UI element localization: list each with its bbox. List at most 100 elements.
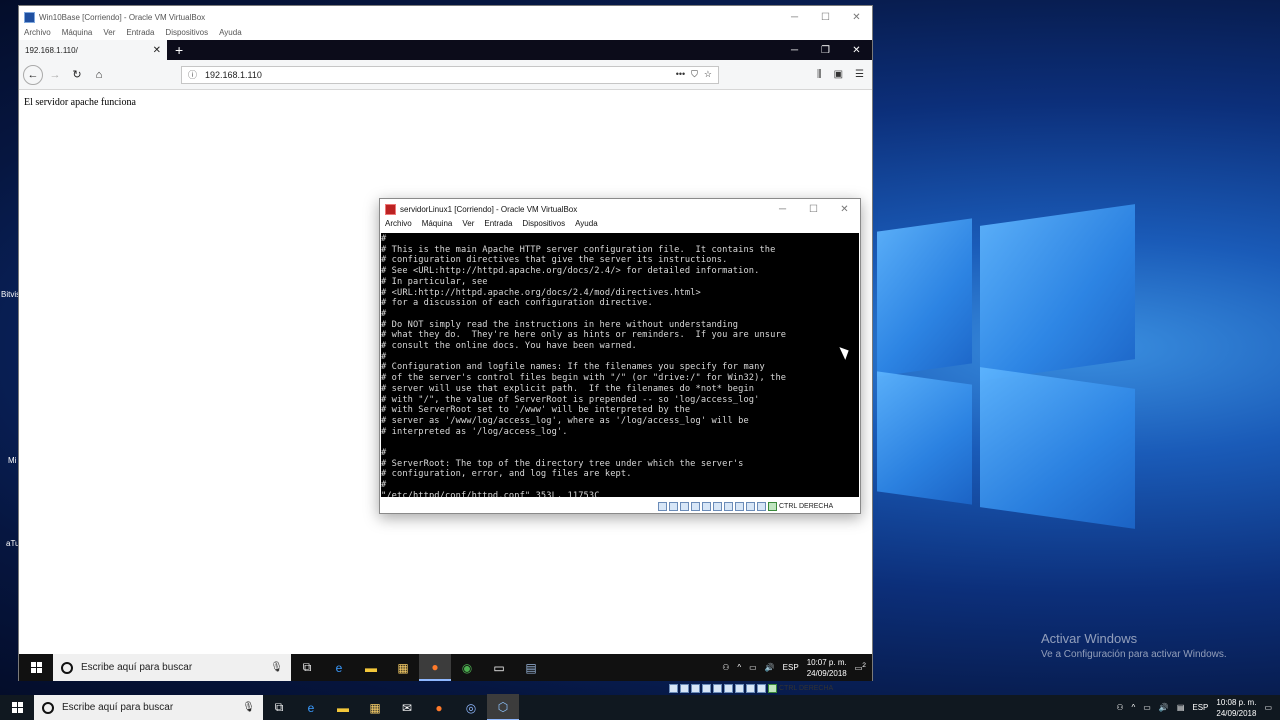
chrome-icon[interactable]: ◉ bbox=[451, 654, 483, 681]
library-icon[interactable]: ⫼ bbox=[817, 69, 822, 80]
language-indicator[interactable]: ESP bbox=[783, 663, 799, 672]
pocket-icon[interactable]: ⛉ bbox=[691, 69, 698, 80]
status-usb-icon[interactable] bbox=[713, 683, 722, 693]
firefox-icon[interactable]: ● bbox=[423, 694, 455, 720]
back-arrow-icon[interactable]: ← bbox=[23, 64, 43, 85]
status-cd-icon[interactable] bbox=[669, 501, 678, 511]
status-capture-icon[interactable] bbox=[735, 501, 744, 511]
guest-search-box[interactable]: Escribe aquí para buscar 🎙 bbox=[53, 654, 291, 681]
start-button[interactable] bbox=[19, 654, 53, 681]
notifications-icon[interactable]: ▭ bbox=[1264, 703, 1272, 712]
status-audio-icon[interactable] bbox=[680, 501, 689, 511]
task-view-icon[interactable]: ⧉ bbox=[291, 654, 323, 681]
file-explorer-icon[interactable]: ▬ bbox=[327, 694, 359, 720]
status-hdd-icon[interactable] bbox=[658, 501, 667, 511]
host-search-box[interactable]: Escribe aquí para buscar 🎙 bbox=[34, 695, 263, 720]
sidebar-icon[interactable]: ▣ bbox=[834, 69, 843, 80]
media-icon[interactable]: ◎ bbox=[455, 694, 487, 720]
info-icon[interactable]: ⓘ bbox=[188, 68, 197, 81]
status-keyboard-icon[interactable] bbox=[768, 501, 777, 511]
people-icon[interactable]: ⚇ bbox=[1116, 703, 1123, 712]
volume-icon[interactable]: 🔊 bbox=[1159, 703, 1169, 712]
status-usb-icon[interactable] bbox=[702, 501, 711, 511]
vm2-minimize-button[interactable]: ─ bbox=[767, 204, 798, 215]
browser-tab[interactable]: 192.168.1.110/ ✕ bbox=[19, 40, 167, 60]
firefox-icon[interactable]: ● bbox=[419, 654, 451, 681]
menu-dispositivos[interactable]: Dispositivos bbox=[165, 28, 208, 40]
new-tab-icon[interactable]: + bbox=[175, 42, 183, 58]
network-icon[interactable]: ▭ bbox=[1143, 703, 1151, 712]
minimize-button[interactable]: ─ bbox=[779, 12, 810, 23]
menu-dispositivos[interactable]: Dispositivos bbox=[522, 219, 565, 232]
status-audio-icon[interactable] bbox=[691, 683, 700, 693]
menu-maquina[interactable]: Máquina bbox=[422, 219, 453, 232]
edge-icon[interactable]: e bbox=[323, 654, 355, 681]
firefox-close-button[interactable]: ✕ bbox=[841, 45, 872, 56]
file-explorer-icon[interactable]: ▬ bbox=[355, 654, 387, 681]
desktop-icon-label[interactable]: Mi bbox=[8, 456, 16, 465]
status-network-icon[interactable] bbox=[702, 683, 711, 693]
people-icon[interactable]: ⚇ bbox=[722, 663, 729, 672]
language-indicator[interactable]: ESP bbox=[1192, 703, 1208, 712]
menu-archivo[interactable]: Archivo bbox=[24, 28, 51, 40]
network-icon[interactable]: ▭ bbox=[749, 663, 757, 672]
volume-icon[interactable]: 🔊 bbox=[765, 663, 775, 672]
linux-terminal-screen[interactable]: # # This is the main Apache HTTP server … bbox=[381, 233, 859, 497]
status-cpu-icon[interactable] bbox=[746, 501, 755, 511]
bookmark-star-icon[interactable]: ☆ bbox=[704, 69, 712, 80]
status-shared-folder-icon[interactable] bbox=[713, 501, 722, 511]
menu-ver[interactable]: Ver bbox=[103, 28, 115, 40]
menu-entrada[interactable]: Entrada bbox=[484, 219, 512, 232]
mail-icon[interactable]: ✉ bbox=[391, 694, 423, 720]
status-mouse-icon[interactable] bbox=[757, 501, 766, 511]
guest-clock[interactable]: 10:07 p. m. 24/09/2018 bbox=[807, 657, 847, 679]
tab-close-icon[interactable]: ✕ bbox=[153, 45, 161, 56]
chevron-up-icon[interactable]: ^ bbox=[737, 663, 741, 672]
status-keyboard-icon[interactable] bbox=[768, 683, 777, 693]
microphone-icon[interactable]: 🎙 bbox=[270, 662, 283, 673]
status-shared-folder-icon[interactable] bbox=[724, 683, 733, 693]
vm-window-servidorlinux1[interactable]: servidorLinux1 [Corriendo] - Oracle VM V… bbox=[379, 198, 861, 514]
edge-icon[interactable]: e bbox=[295, 694, 327, 720]
notifications-icon[interactable]: ▭2 bbox=[855, 662, 866, 673]
forward-arrow-icon[interactable]: → bbox=[45, 65, 65, 85]
chevron-up-icon[interactable]: ^ bbox=[1132, 703, 1136, 712]
firefox-minimize-button[interactable]: ─ bbox=[779, 45, 810, 56]
menu-ayuda[interactable]: Ayuda bbox=[575, 219, 598, 232]
hamburger-menu-icon[interactable]: ☰ bbox=[855, 69, 864, 80]
notepad-icon[interactable]: ▤ bbox=[515, 654, 547, 681]
terminal-icon[interactable]: ▭ bbox=[483, 654, 515, 681]
maximize-button[interactable]: ☐ bbox=[810, 12, 841, 23]
home-icon[interactable]: ⌂ bbox=[89, 65, 109, 85]
status-capture-icon[interactable] bbox=[746, 683, 755, 693]
menu-entrada[interactable]: Entrada bbox=[126, 28, 154, 40]
status-display-icon[interactable] bbox=[735, 683, 744, 693]
status-cpu-icon[interactable] bbox=[757, 683, 766, 693]
vm2-close-button[interactable]: ✕ bbox=[829, 204, 860, 215]
virtualbox-taskbar-icon[interactable]: ⬡ bbox=[487, 694, 519, 720]
task-view-icon[interactable]: ⧉ bbox=[263, 694, 295, 720]
keyboard-icon[interactable]: ▤ bbox=[1177, 703, 1185, 712]
vm2-titlebar[interactable]: servidorLinux1 [Corriendo] - Oracle VM V… bbox=[380, 199, 860, 219]
microphone-icon[interactable]: 🎙 bbox=[242, 702, 255, 713]
activate-subtitle: Ve a Configuración para activar Windows. bbox=[1041, 649, 1227, 660]
store-icon[interactable]: ▦ bbox=[387, 654, 419, 681]
host-start-button[interactable] bbox=[0, 695, 34, 720]
page-actions-icon[interactable]: ••• bbox=[676, 69, 685, 80]
host-clock[interactable]: 10:08 p. m. 24/09/2018 bbox=[1216, 697, 1256, 719]
status-display-icon[interactable] bbox=[724, 501, 733, 511]
menu-maquina[interactable]: Máquina bbox=[62, 28, 93, 40]
vm-titlebar[interactable]: Win10Base [Corriendo] - Oracle VM Virtua… bbox=[19, 6, 872, 28]
store-icon[interactable]: ▦ bbox=[359, 694, 391, 720]
status-network-icon[interactable] bbox=[691, 501, 700, 511]
menu-ayuda[interactable]: Ayuda bbox=[219, 28, 242, 40]
status-cd-icon[interactable] bbox=[680, 683, 689, 693]
menu-ver[interactable]: Ver bbox=[462, 219, 474, 232]
menu-archivo[interactable]: Archivo bbox=[385, 219, 412, 232]
vm2-maximize-button[interactable]: ☐ bbox=[798, 204, 829, 215]
firefox-restore-button[interactable]: ❐ bbox=[810, 45, 841, 56]
close-button[interactable]: ✕ bbox=[841, 12, 872, 23]
reload-icon[interactable]: ↻ bbox=[67, 65, 87, 85]
status-hdd-icon[interactable] bbox=[669, 683, 678, 693]
url-bar[interactable]: ⓘ 192.168.1.110 ••• ⛉ ☆ bbox=[181, 65, 719, 84]
